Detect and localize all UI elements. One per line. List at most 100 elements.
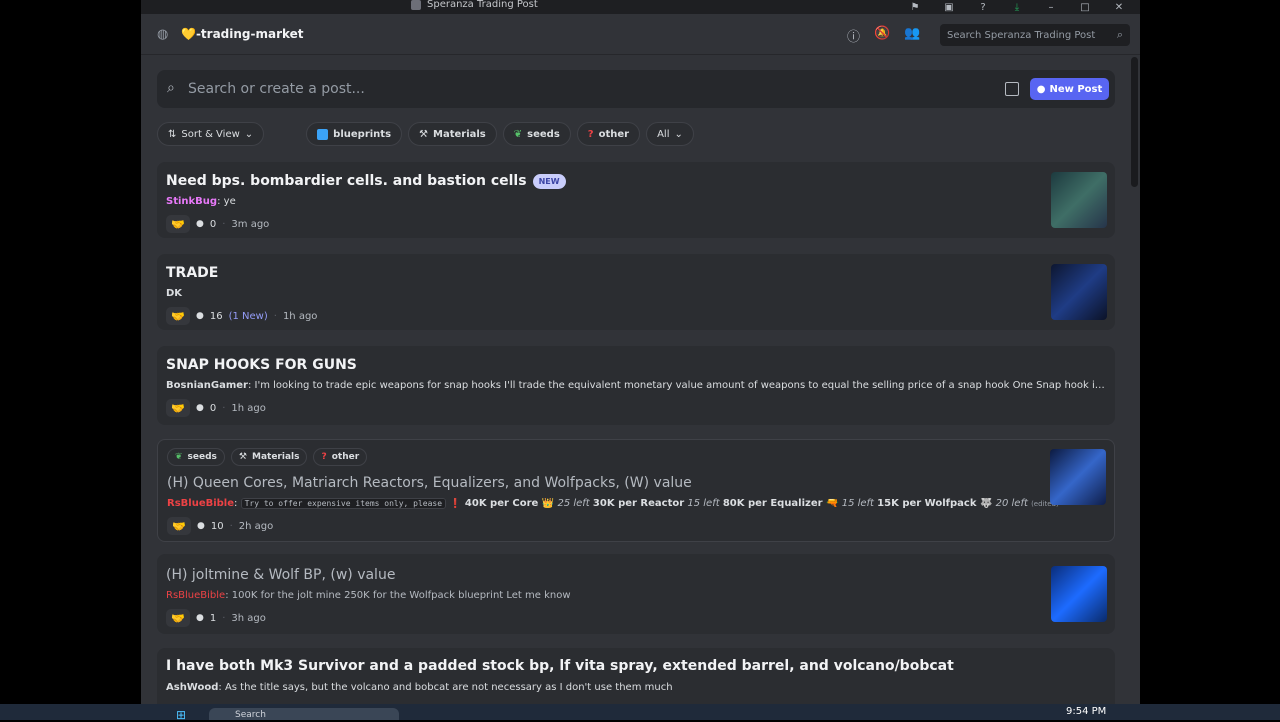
post-search-input[interactable]: Search or create a post... [188, 81, 365, 97]
search-icon: ⌕ [1116, 28, 1123, 41]
post-title: (H) Queen Cores, Matriarch Reactors, Equ… [167, 475, 692, 491]
post-preview: BosnianGamer: I'm looking to trade epic … [166, 380, 1106, 391]
post-tag-seeds: ❦ seeds [167, 448, 225, 466]
chat-bubble-icon: ● [1036, 83, 1046, 95]
all-tags-dropdown[interactable]: All ⌄ [646, 122, 694, 146]
scrollbar-thumb[interactable] [1131, 57, 1138, 187]
sort-view-button[interactable]: ⇅ Sort & View ⌄ [157, 122, 265, 146]
question-icon: ? [321, 452, 327, 462]
reaction-button[interactable]: 🤝 [166, 215, 190, 233]
post-meta: 🤝 ● 16 (1 New) · 1h ago [166, 307, 317, 325]
reaction-button[interactable]: 🤝 [166, 307, 190, 325]
info-icon[interactable]: ⓘ [847, 26, 860, 45]
post-search-bar[interactable]: ⌕ Search or create a post... ● New Post [157, 70, 1115, 108]
taskbar-clock[interactable]: 9:54 PM [1066, 706, 1106, 717]
post-title: TRADE [166, 265, 219, 281]
discord-window: Speranza Trading Post ⚑ ▣ ? ⤓ – □ ✕ ◍ 💛-… [141, 0, 1140, 704]
exclamation-icon: ❗ [449, 498, 462, 509]
post-preview: StinkBug: ye [166, 196, 236, 207]
post-time: 1h ago [231, 402, 266, 414]
post-thumbnail[interactable] [1051, 566, 1107, 622]
seedling-icon: ❦ [513, 128, 523, 140]
reaction-button[interactable]: 🤝 [166, 609, 190, 627]
window-title: Speranza Trading Post [411, 0, 538, 10]
post-author: DK [166, 288, 183, 299]
forum-post[interactable]: ❦ seeds ⚒ Materials ? other (H) Queen Cores… [157, 439, 1115, 542]
post-preview: RsBlueBible: Try to offer expensive item… [167, 498, 1059, 509]
post-thumbnail[interactable] [1051, 264, 1107, 320]
comment-count: 0 [209, 402, 217, 414]
reaction-button[interactable]: 🤝 [167, 517, 191, 535]
minimize-button[interactable]: – [1034, 0, 1068, 14]
taskbar-search[interactable]: Search [209, 708, 399, 720]
post-meta: 🤝 ● 0 · 3m ago [166, 215, 269, 233]
forum-post[interactable]: SNAP HOOKS FOR GUNS BosnianGamer: I'm lo… [157, 346, 1115, 425]
tools-icon: ⚒ [419, 128, 428, 140]
filter-bar: ⇅ Sort & View ⌄ blueprints ⚒ Materials ❦… [157, 122, 694, 146]
tag-filter-other[interactable]: ? other [576, 122, 641, 146]
post-author: RsBlueBible [166, 590, 226, 601]
forum-post[interactable]: (H) joltmine & Wolf BP, (w) value RsBlue… [157, 554, 1115, 634]
comment-count: 1 [209, 612, 217, 624]
help-icon[interactable]: ? [966, 0, 1000, 14]
forum-channel-icon: ◍ [157, 27, 169, 42]
comment-icon: ● [196, 311, 204, 321]
window-controls: ⚑ ▣ ? ⤓ – □ ✕ [898, 0, 1136, 14]
header-search-input[interactable]: Search Speranza Trading Post ⌕ [940, 24, 1130, 46]
post-thumbnail[interactable] [1051, 172, 1107, 228]
forum-post[interactable]: I have both Mk3 Survivor and a padded st… [157, 648, 1115, 704]
windows-start-icon[interactable]: ⊞ [176, 708, 194, 722]
gallery-view-icon[interactable] [1005, 82, 1019, 96]
sort-icon: ⇅ [168, 128, 177, 140]
comment-count: 10 [210, 520, 224, 532]
post-time: 3m ago [231, 218, 270, 230]
post-tag-other: ? other [313, 448, 368, 466]
post-preview: AshWood: As the title says, but the volc… [166, 682, 673, 693]
comment-count: 0 [209, 218, 217, 230]
seedling-icon: ❦ [175, 452, 183, 462]
blueprint-icon [317, 128, 329, 140]
chevron-down-icon: ⌄ [244, 128, 254, 140]
post-title: SNAP HOOKS FOR GUNS [166, 357, 357, 373]
post-time: 1h ago [282, 310, 318, 322]
mute-icon[interactable]: 🔕 [874, 26, 890, 45]
tag-filter-seeds[interactable]: ❦ seeds [502, 122, 571, 146]
new-badge: NEW [532, 173, 566, 189]
post-preview: RsBlueBible: 100K for the jolt mine 250K… [166, 590, 571, 601]
chevron-down-icon: ⌄ [674, 128, 683, 140]
comment-count: 16 [209, 310, 223, 322]
post-title: I have both Mk3 Survivor and a padded st… [166, 658, 954, 674]
download-icon[interactable]: ⤓ [1000, 0, 1034, 14]
comment-icon: ● [196, 403, 204, 413]
post-title: (H) joltmine & Wolf BP, (w) value [166, 567, 396, 583]
tools-icon: ⚒ [238, 452, 247, 462]
forum-post[interactable]: Need bps. bombardier cells. and bastion … [157, 162, 1115, 238]
reaction-button[interactable]: 🤝 [166, 399, 190, 417]
comment-icon: ● [196, 613, 204, 623]
maximize-button[interactable]: □ [1068, 0, 1102, 14]
post-tags: ❦ seeds ⚒ Materials ? other [167, 448, 368, 466]
inbox-icon[interactable]: ⚑ [898, 0, 932, 14]
comment-icon: ● [197, 521, 205, 531]
screen-share-icon[interactable]: ▣ [932, 0, 966, 14]
tag-filter-blueprints[interactable]: blueprints [306, 122, 403, 146]
new-comment-count: (1 New) [228, 310, 268, 322]
post-meta: 🤝 ● 10 · 2h ago [167, 517, 273, 535]
forum-post[interactable]: TRADE DK 🤝 ● 16 (1 New) · 1h ago [157, 254, 1115, 330]
post-meta: 🤝 ● 1 · 3h ago [166, 609, 266, 627]
post-author: BosnianGamer [166, 380, 248, 391]
post-time: 2h ago [238, 520, 274, 532]
tag-filter-materials[interactable]: ⚒ Materials [408, 122, 497, 146]
question-icon: ? [587, 128, 594, 140]
post-title: Need bps. bombardier cells. and bastion … [166, 173, 566, 189]
post-author: RsBlueBible [167, 498, 235, 509]
members-icon[interactable]: 👥 [904, 26, 920, 45]
windows-taskbar: ⊞ Search 9:54 PM [0, 704, 1280, 722]
post-thumbnail[interactable] [1050, 449, 1106, 505]
post-meta: 🤝 ● 0 · 1h ago [166, 399, 266, 417]
new-post-button[interactable]: ● New Post [1030, 78, 1109, 100]
post-author: StinkBug [166, 196, 218, 207]
header-tools: ⓘ 🔕 👥 [847, 26, 920, 45]
channel-name: 💛-trading-market [181, 27, 304, 41]
close-button[interactable]: ✕ [1102, 0, 1136, 14]
